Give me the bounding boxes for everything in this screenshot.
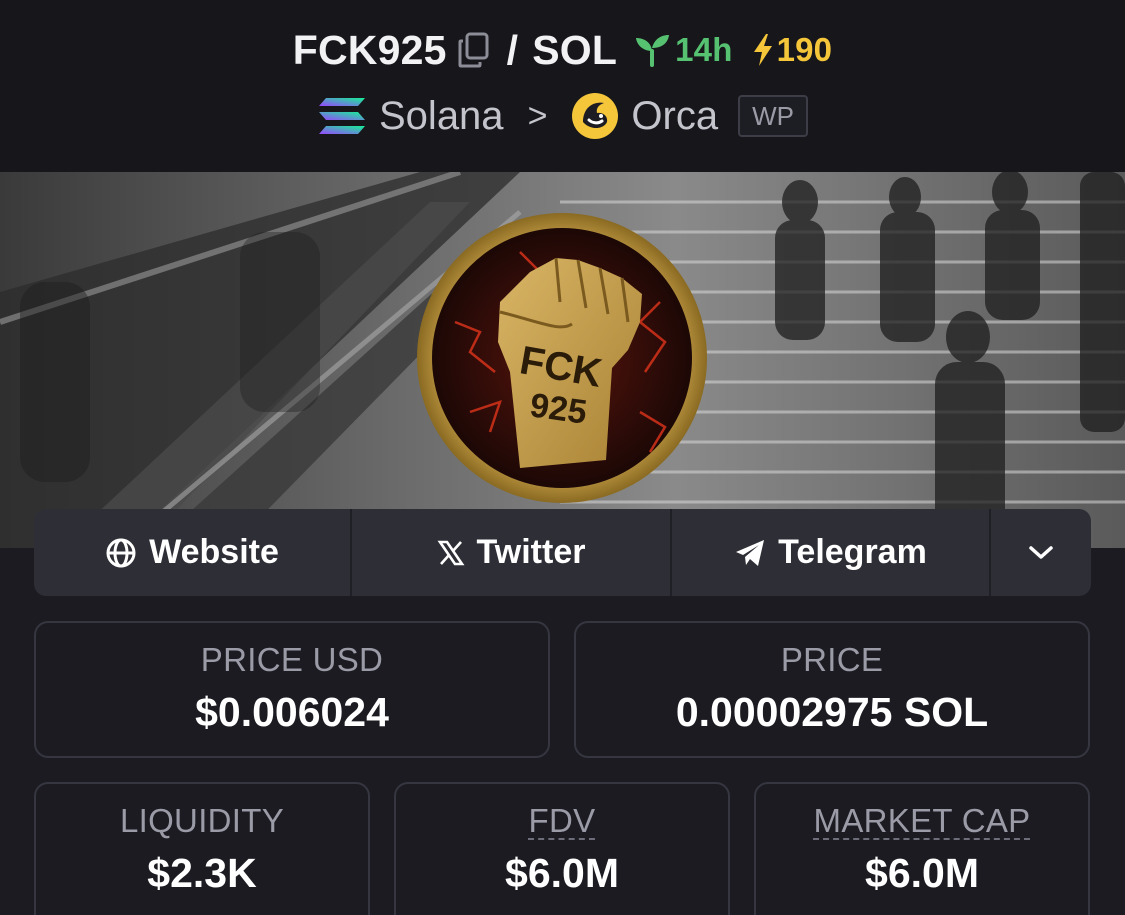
chain-name[interactable]: Solana — [379, 94, 504, 139]
boost-count[interactable]: 190 — [751, 31, 833, 69]
website-label: Website — [149, 533, 279, 571]
pool-type-badge: WP — [738, 95, 808, 137]
chevron-down-icon — [1029, 545, 1053, 559]
lightning-icon — [753, 34, 772, 66]
liquidity-value: $2.3K — [147, 850, 257, 896]
website-button[interactable]: Website — [34, 509, 352, 596]
token-logo-coin: FCK 925 — [417, 213, 707, 503]
social-links-bar: Website Twitter Telegram — [34, 509, 1091, 596]
pair-details-panel: FCK925 / SOL 14h 190 Solana > Orca WP FC… — [0, 0, 1125, 915]
x-logo-icon — [437, 540, 464, 565]
quote-symbol: SOL — [532, 26, 618, 73]
copy-icon[interactable] — [457, 31, 491, 69]
price-native-card: PRICE 0.00002975 SOL — [574, 621, 1090, 758]
fdv-value: $6.0M — [505, 850, 619, 896]
price-usd-value: $0.006024 — [195, 689, 389, 735]
globe-icon — [106, 538, 136, 567]
more-links-dropdown[interactable] — [991, 509, 1091, 596]
orca-logo[interactable] — [571, 92, 619, 140]
solana-logo[interactable] — [317, 96, 367, 136]
price-native-label: PRICE — [780, 641, 884, 678]
twitter-button[interactable]: Twitter — [352, 509, 672, 596]
pair-separator: / — [506, 26, 519, 73]
telegram-label: Telegram — [778, 533, 927, 571]
liquidity-card: LIQUIDITY $2.3K — [34, 782, 370, 915]
seedling-icon — [636, 35, 670, 67]
chevron-right-icon: > — [527, 96, 548, 135]
fdv-label[interactable]: FDV — [529, 802, 596, 840]
market-cap-card: MARKET CAP $6.0M — [754, 782, 1090, 915]
pair-age-value: 14h — [675, 31, 733, 68]
banner-artwork: FCK 925 — [0, 172, 1125, 548]
twitter-label: Twitter — [476, 533, 586, 571]
token-symbol: FCK925 — [292, 26, 447, 73]
boost-value: 190 — [776, 31, 833, 68]
price-usd-card: PRICE USD $0.006024 — [34, 621, 550, 758]
price-native-value: 0.00002975 SOL — [675, 689, 989, 735]
price-usd-label: PRICE USD — [200, 641, 384, 678]
dex-name[interactable]: Orca — [631, 94, 718, 139]
market-cap-label[interactable]: MARKET CAP — [814, 802, 1031, 840]
telegram-button[interactable]: Telegram — [672, 509, 991, 596]
telegram-icon — [736, 539, 765, 566]
market-cap-value: $6.0M — [865, 850, 979, 896]
pair-age: 14h — [633, 31, 732, 69]
svg-text:925: 925 — [528, 386, 589, 432]
fdv-card: FDV $6.0M — [394, 782, 730, 915]
token-banner-image: FCK 925 — [0, 172, 1125, 548]
pair-title: FCK925 / SOL 14h 190 — [0, 22, 1125, 78]
breadcrumb: Solana > Orca WP — [0, 88, 1125, 144]
liquidity-label: LIQUIDITY — [119, 802, 285, 839]
pair-header: FCK925 / SOL 14h 190 Solana > Orca WP — [0, 0, 1125, 172]
